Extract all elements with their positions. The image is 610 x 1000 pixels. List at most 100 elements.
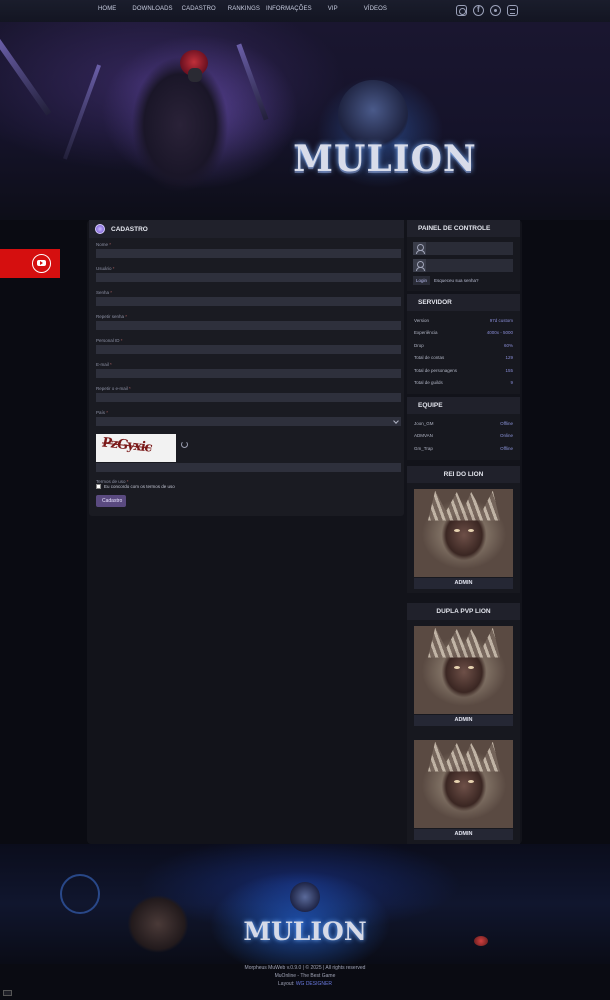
name-input[interactable]	[96, 249, 401, 258]
stat-row: Drop 60%	[414, 342, 513, 348]
footer-banner: MULION	[0, 844, 610, 964]
team-member-row: ADMVAN Online	[414, 433, 513, 439]
pvp-duo-card: ADMIN	[407, 620, 520, 730]
register-title: CADASTRO	[111, 225, 148, 233]
captcha-row: PzGyxic	[96, 434, 401, 462]
server-stats: Version 97d custom Experiência 4000x - 500…	[407, 311, 520, 394]
youtube-side-tab[interactable]	[0, 249, 60, 278]
login-password-field[interactable]	[413, 259, 513, 272]
footer-knight-image	[118, 884, 198, 960]
terms-row: Eu concordo com os termos de uso	[96, 484, 401, 489]
stat-row: Total de guilds 9	[414, 380, 513, 386]
password-input[interactable]	[96, 297, 401, 306]
login-links: Login Esqueceu sua senha?	[413, 276, 514, 285]
pvp-name: ADMIN	[414, 714, 513, 726]
main-container: CADASTRO Nome * Usuário * Senha * Repeti…	[87, 220, 522, 844]
terms-checkbox[interactable]	[96, 484, 101, 489]
country-select[interactable]	[96, 417, 401, 426]
youtube-icon	[32, 254, 51, 273]
control-panel: PAINEL DE CONTROLE Login Esqueceu sua se…	[407, 220, 520, 291]
refresh-captcha-icon[interactable]	[181, 440, 188, 448]
login-button[interactable]: Login	[413, 276, 431, 285]
hero-logo: MULION	[293, 138, 477, 180]
email-label: E-mail *	[96, 362, 112, 367]
king-portrait	[414, 488, 513, 577]
user-icon	[413, 242, 426, 255]
corner-toggle-button[interactable]	[3, 990, 12, 996]
terms-check-label: Eu concordo com os termos de uso	[104, 484, 175, 489]
footer-copyright: Morpheus MuWeb v.0.9.0 | © 2025 | All ri…	[244, 965, 366, 971]
register-icon	[95, 224, 105, 234]
king-name: ADMIN	[414, 577, 513, 589]
pvp-duo-title: DUPLA PVP LION	[407, 602, 520, 620]
discord-icon[interactable]	[507, 5, 518, 16]
register-submit-button[interactable]: Cadastro	[96, 495, 126, 507]
repeat-password-input[interactable]	[96, 321, 401, 330]
team-member-row: Joon_GM Offline	[414, 420, 513, 426]
password-label: Senha *	[96, 290, 113, 295]
whatsapp-icon[interactable]	[490, 5, 501, 16]
login-box: Login Esqueceu sua senha?	[407, 237, 520, 291]
name-label: Nome *	[96, 242, 112, 247]
facebook-icon[interactable]	[473, 5, 484, 16]
repeat-email-input[interactable]	[96, 393, 401, 402]
personal-id-input[interactable]	[96, 345, 401, 354]
server-panel-title: SERVIDOR	[407, 294, 520, 311]
repeat-email-label: Repetir o e-mail *	[96, 386, 131, 391]
decor-spike	[63, 64, 101, 160]
footer-creature	[474, 936, 488, 946]
king-panel-title: REI DO LION	[407, 465, 520, 483]
captcha-input[interactable]	[96, 463, 401, 472]
nav-informacoes[interactable]: INFORMAÇÕES	[266, 6, 312, 12]
decor-spike	[236, 43, 269, 121]
personal-id-label: Personal ID *	[96, 338, 123, 343]
main-menu: HOME DOWNLOADS CADASTRO RANKINGS INFORMA…	[98, 6, 387, 12]
king-card: ADMIN	[407, 483, 520, 593]
country-label: País *	[96, 410, 109, 415]
pvp-portrait	[414, 625, 513, 714]
register-header: CADASTRO	[89, 220, 404, 238]
stat-row: Total de personagens 155	[414, 367, 513, 373]
login-username-field[interactable]	[413, 242, 513, 255]
user-icon	[413, 259, 426, 272]
hero-warrior-image	[120, 40, 240, 210]
team-panel: EQUIPE Joon_GM Offline ADMVAN Online Gm_Tr…	[407, 397, 520, 460]
pvp-duo-panel: DUPLA PVP LION ADMIN ADMIN	[407, 602, 520, 844]
stat-row: Total de contas 129	[414, 355, 513, 361]
email-input[interactable]	[96, 369, 401, 378]
footer-tagline: MuOnline - The Best Game	[274, 973, 336, 979]
king-panel: REI DO LION ADMIN	[407, 465, 520, 593]
stat-row: Version 97d custom	[414, 317, 513, 323]
designer-link[interactable]: WG DESIGNER	[296, 981, 332, 987]
footer-lion-icon	[290, 882, 320, 912]
nav-vip[interactable]: VIP	[328, 6, 338, 12]
warrior-face	[188, 68, 202, 82]
hero-banner: MULION	[0, 22, 610, 220]
nav-videos[interactable]: VÍDEOS	[364, 6, 387, 12]
username-input[interactable]	[96, 273, 401, 282]
nav-downloads[interactable]: DOWNLOADS	[132, 6, 172, 12]
team-list: Joon_GM Offline ADMVAN Online Gm_Trap Offli…	[407, 414, 520, 460]
pvp-name: ADMIN	[414, 828, 513, 840]
username-label: Usuário *	[96, 266, 115, 271]
team-panel-title: EQUIPE	[407, 397, 520, 414]
team-member-row: Gm_Trap Offline	[414, 445, 513, 451]
footer-emblem	[60, 874, 100, 914]
pvp-duo-card: ADMIN	[407, 730, 520, 844]
forgot-password-link[interactable]: Esqueceu sua senha?	[434, 278, 479, 283]
top-navigation: HOME DOWNLOADS CADASTRO RANKINGS INFORMA…	[0, 0, 610, 22]
register-panel: CADASTRO Nome * Usuário * Senha * Repeti…	[89, 220, 404, 516]
control-panel-title: PAINEL DE CONTROLE	[407, 220, 520, 237]
footer-text: Morpheus MuWeb v.0.9.0 | © 2025 | All ri…	[0, 964, 610, 988]
register-form: Nome * Usuário * Senha * Repetir senha *…	[96, 242, 401, 507]
nav-home[interactable]: HOME	[98, 6, 116, 12]
stat-row: Experiência 4000x - 5000	[414, 330, 513, 336]
instagram-icon[interactable]	[456, 5, 467, 16]
decor-spike	[0, 38, 52, 116]
sidebar: PAINEL DE CONTROLE Login Esqueceu sua se…	[407, 220, 520, 847]
nav-rankings[interactable]: RANKINGS	[228, 6, 260, 12]
repeat-password-label: Repetir senha *	[96, 314, 128, 319]
social-links	[456, 5, 518, 16]
captcha-image: PzGyxic	[96, 434, 176, 462]
nav-cadastro[interactable]: CADASTRO	[182, 6, 216, 12]
